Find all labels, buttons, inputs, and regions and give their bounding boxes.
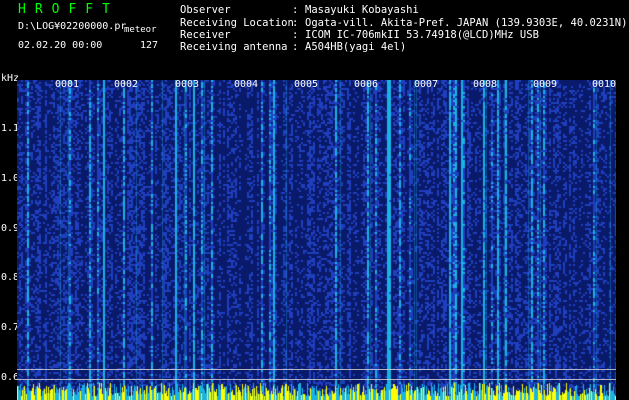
- log-file-path: D:\LOG¥02200000.pr: [18, 21, 127, 32]
- meta-separator: :: [292, 41, 299, 53]
- meta-separator: :: [292, 17, 299, 29]
- x-tick-label: 0008: [473, 79, 498, 90]
- date-time: 02.02.20 00:00: [18, 40, 103, 51]
- x-tick-label: 0010: [592, 79, 617, 90]
- app-title: HROFFT: [18, 2, 119, 17]
- x-tick-label: 0004: [234, 79, 259, 90]
- waterfall-canvas: [17, 80, 616, 400]
- x-tick-label: 0007: [414, 79, 439, 90]
- receiver-label: Receiver: [180, 29, 231, 41]
- meta-separator: :: [292, 29, 299, 41]
- location-label: Receiving Location: [180, 17, 294, 29]
- x-tick-label: 0002: [114, 79, 139, 90]
- header-panel: HROFFT D:\LOG¥02200000.pr meteor 02.02.2…: [0, 0, 629, 70]
- observer-label: Observer: [180, 4, 231, 16]
- antenna-label: Receiving antenna: [180, 41, 288, 53]
- x-tick-label: 0005: [294, 79, 319, 90]
- marker-line: [17, 369, 616, 370]
- x-tick-label: 0003: [175, 79, 200, 90]
- meta-separator: :: [292, 4, 299, 16]
- observer-value: Masayuki Kobayashi: [305, 4, 419, 16]
- marker-line: [17, 379, 616, 380]
- spectrogram-plot: [17, 80, 616, 400]
- receiver-value: ICOM IC-706mkII 53.74918(@LCD)MHz USB: [305, 29, 539, 41]
- location-value: Ogata-vill. Akita-Pref. JAPAN (139.9303E…: [305, 17, 628, 29]
- echo-count: 127: [140, 40, 159, 51]
- antenna-value: A504HB(yagi 4el): [305, 41, 407, 53]
- x-tick-label: 0001: [55, 79, 80, 90]
- x-tick-label: 0006: [354, 79, 379, 90]
- x-tick-label: 0009: [533, 79, 558, 90]
- mode-label: meteor: [124, 25, 157, 35]
